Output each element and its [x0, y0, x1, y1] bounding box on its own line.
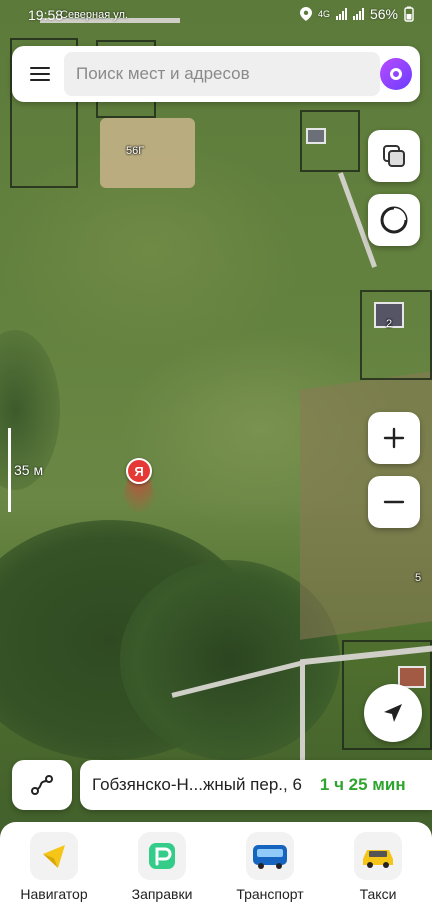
route-suggestion-card[interactable]: Гобзянско-Н...жный пер., 6 1 ч 25 мин: [80, 760, 432, 810]
location-icon: [299, 7, 312, 21]
minus-icon: [383, 500, 405, 504]
construction-plot: [100, 118, 195, 188]
route-duration: 1 ч 25 мин: [319, 775, 406, 794]
navigator-arrow-icon: [43, 845, 65, 868]
service-label: Такси: [359, 886, 397, 902]
road: [300, 660, 305, 770]
bus-icon: [253, 845, 287, 869]
navigation-arrow-icon: [384, 704, 402, 722]
hamburger-icon: [30, 67, 50, 69]
route-destination: Гобзянско-Н...жный пер., 6: [92, 775, 302, 794]
zoom-out-button[interactable]: [368, 476, 420, 528]
status-indicators: 4G 56%: [299, 6, 414, 22]
geo-objects-button[interactable]: [368, 194, 420, 246]
map-scale-bar: [8, 428, 11, 512]
service-fuel[interactable]: Заправки: [112, 832, 212, 902]
my-location-button[interactable]: [364, 684, 422, 742]
alice-icon: [390, 68, 402, 80]
taxi-icon: [363, 850, 393, 868]
services-bar: Навигатор Заправки Транспорт Такси: [0, 822, 432, 910]
signal-icon: [352, 8, 364, 20]
service-navigator[interactable]: Навигатор: [4, 832, 104, 902]
user-location-marker[interactable]: Я: [126, 458, 152, 484]
route-icon: [31, 775, 53, 795]
service-taxi[interactable]: Такси: [328, 832, 428, 902]
house: [306, 128, 326, 144]
menu-button[interactable]: [22, 56, 58, 92]
alice-voice-assistant-button[interactable]: [380, 58, 412, 90]
zoom-in-button[interactable]: [368, 412, 420, 464]
map-label-house-number: 5: [415, 572, 422, 584]
service-transport[interactable]: Транспорт: [220, 832, 320, 902]
map-label-house-number: 2: [386, 318, 393, 330]
battery-percent: 56%: [369, 6, 398, 22]
network-type-label: 4G: [317, 9, 330, 19]
layers-icon: [383, 145, 405, 167]
plus-icon: [383, 427, 405, 449]
battery-icon: [404, 6, 414, 22]
fuel-icon: [149, 843, 175, 869]
map-layers-button[interactable]: [368, 130, 420, 182]
service-label: Транспорт: [236, 886, 304, 902]
route-button[interactable]: [12, 760, 72, 810]
status-time: 19:58: [28, 7, 64, 23]
signal-icon: [335, 8, 347, 20]
service-label: Навигатор: [20, 886, 88, 902]
map-scale-label: 35 м: [14, 462, 44, 478]
map-label-house-number: 56Г: [126, 145, 145, 157]
road-name-label: Северная ул.: [60, 9, 128, 21]
compass-ring-icon: [380, 206, 408, 234]
search-input[interactable]: [64, 52, 380, 96]
search-bar: [12, 46, 420, 102]
service-label: Заправки: [131, 886, 193, 902]
status-bar: Северная ул. 19:58 4G 56%: [0, 0, 432, 32]
